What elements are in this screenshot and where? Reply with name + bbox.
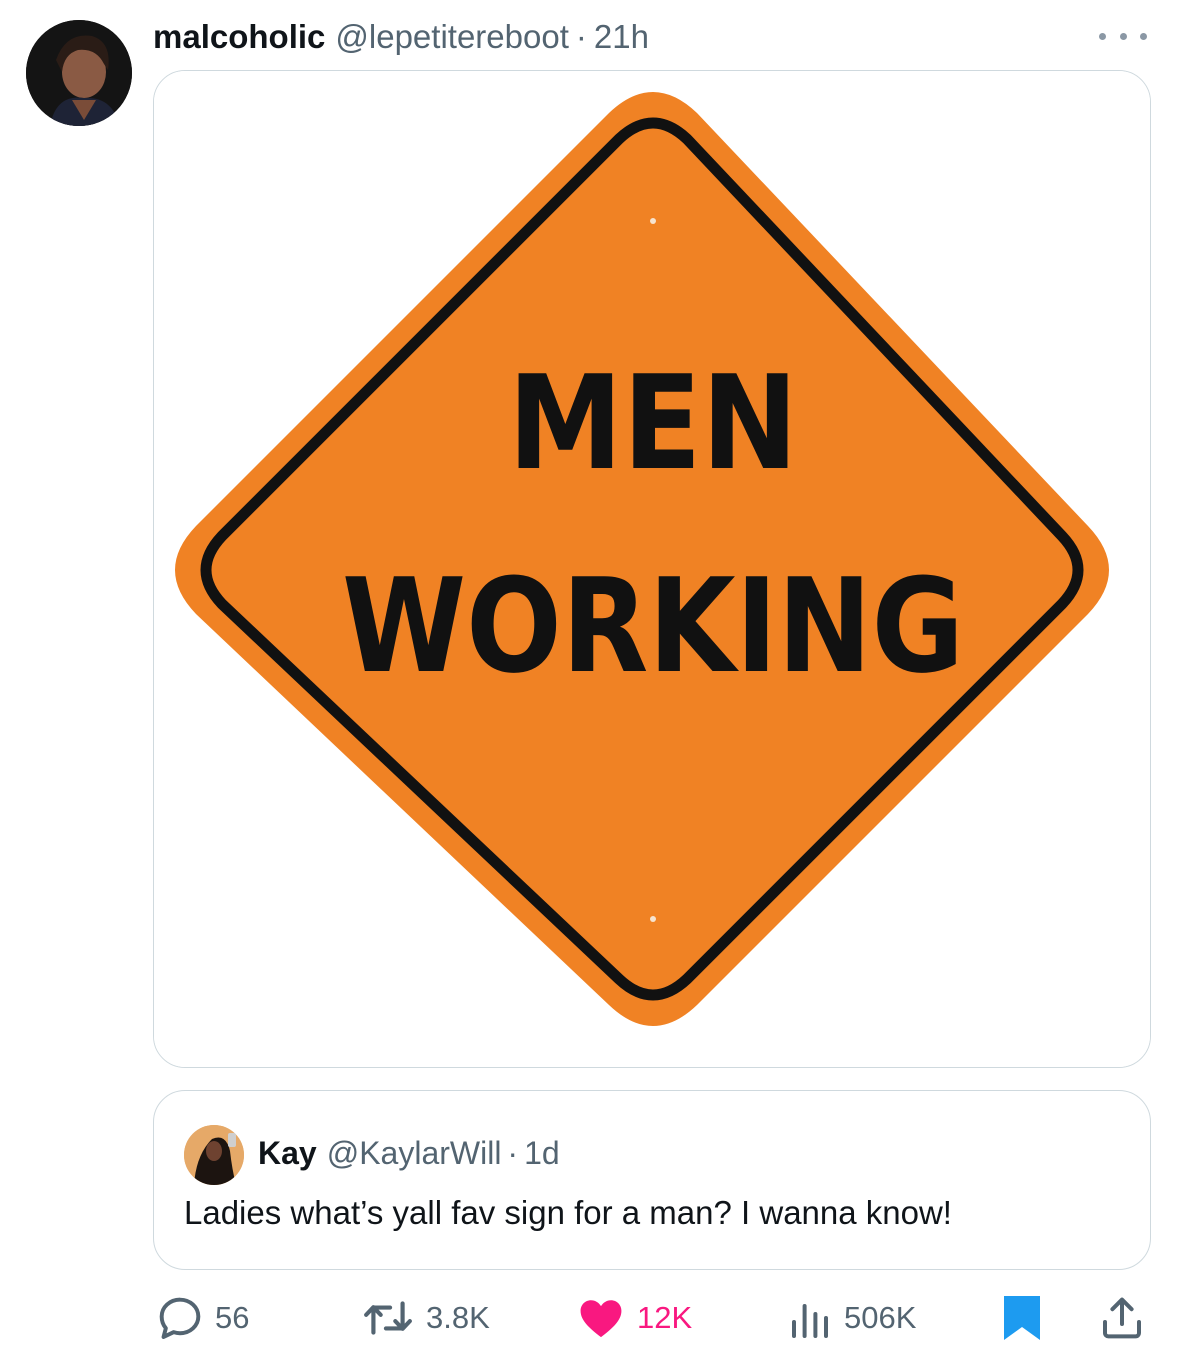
- bookmark-button[interactable]: [1000, 1290, 1044, 1346]
- reply-count: 56: [215, 1300, 250, 1335]
- quoted-avatar-image: [184, 1125, 244, 1185]
- quoted-tweet-header: Kay @KaylarWill · 1d: [258, 1131, 560, 1175]
- quoted-display-name[interactable]: Kay: [258, 1135, 317, 1172]
- heart-icon: [580, 1300, 622, 1338]
- separator-dot: ·: [507, 1134, 519, 1171]
- views-icon: [792, 1304, 828, 1338]
- more-options-icon[interactable]: [1099, 24, 1147, 48]
- tweet: malcoholic @lepetitereboot · 21h MEN WOR…: [0, 0, 1179, 1351]
- views-button[interactable]: 506K: [786, 1290, 916, 1346]
- reply-icon: [159, 1297, 201, 1339]
- sign-text-line-1: MEN: [508, 347, 798, 499]
- quoted-handle[interactable]: @KaylarWill: [327, 1135, 502, 1172]
- author-avatar[interactable]: [26, 20, 132, 126]
- like-count: 12K: [637, 1300, 693, 1335]
- share-icon: [1103, 1297, 1141, 1339]
- like-button[interactable]: 12K: [575, 1290, 692, 1346]
- avatar-image: [26, 20, 132, 126]
- quoted-tweet-text: Ladies what’s yall fav sign for a man? I…: [184, 1194, 952, 1231]
- retweet-count: 3.8K: [426, 1300, 490, 1335]
- author-handle[interactable]: @lepetitereboot: [335, 18, 568, 56]
- quoted-tweet[interactable]: Kay @KaylarWill · 1d Ladies what’s yall …: [153, 1090, 1151, 1270]
- view-count: 506K: [844, 1300, 917, 1335]
- quoted-author-avatar[interactable]: [184, 1125, 244, 1185]
- share-button[interactable]: [1098, 1290, 1146, 1346]
- tweet-header: malcoholic @lepetitereboot · 21h: [153, 14, 649, 60]
- retweet-icon: [364, 1301, 412, 1335]
- reply-button[interactable]: 56: [155, 1290, 249, 1346]
- separator-dot: ·: [575, 18, 587, 55]
- quoted-timestamp[interactable]: 1d: [524, 1135, 560, 1172]
- sign-text-line-2: WORKING: [342, 550, 964, 702]
- tweet-media[interactable]: MEN WORKING: [153, 70, 1151, 1068]
- retweet-button[interactable]: 3.8K: [360, 1290, 490, 1346]
- tweet-actions-bar: 56 3.8K 12K 506K: [0, 1290, 1179, 1346]
- tweet-timestamp[interactable]: 21h: [594, 18, 649, 56]
- bookmark-icon: [1004, 1296, 1040, 1340]
- men-working-sign-image: MEN WORKING: [154, 71, 1150, 1067]
- author-display-name[interactable]: malcoholic: [153, 18, 325, 56]
